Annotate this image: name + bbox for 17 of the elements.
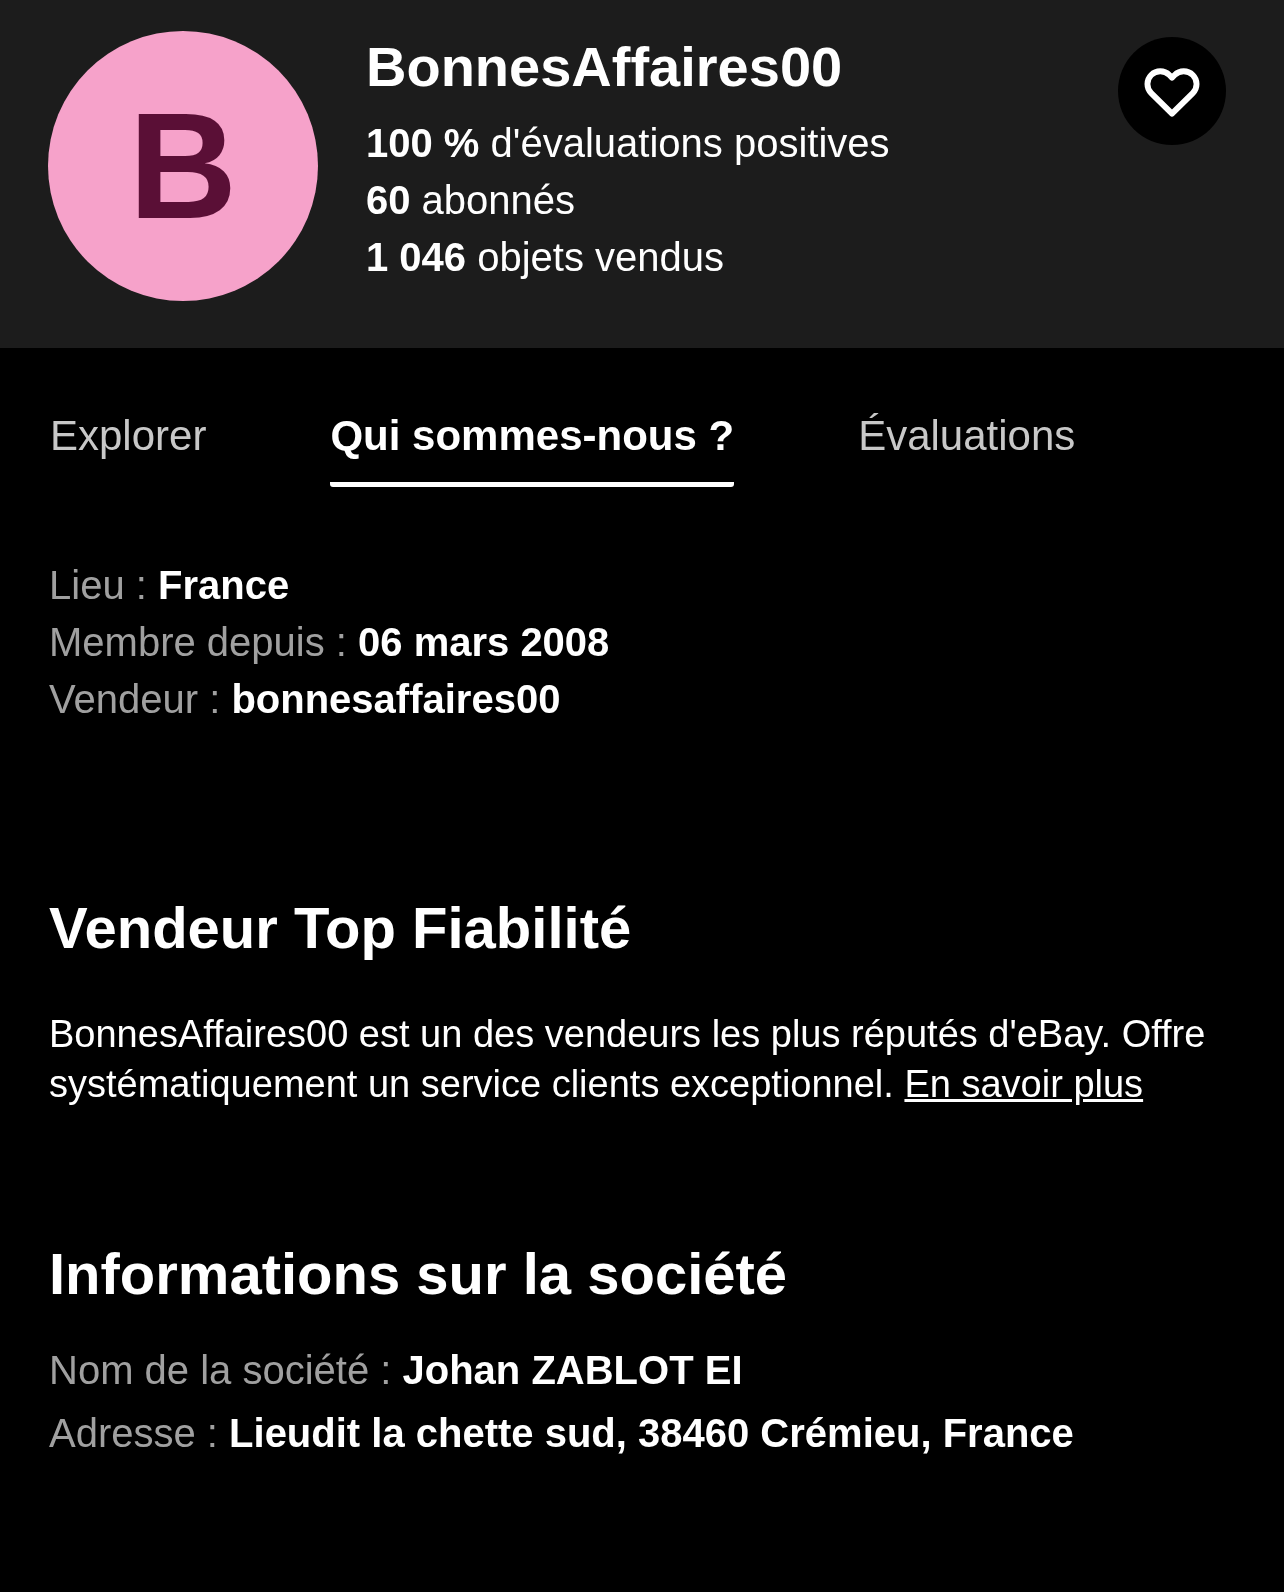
seller-stat: 100 % d'évaluations positives (366, 120, 890, 167)
detail-row-text: Vendeur : bonnesaffaires00 (49, 676, 562, 723)
detail-row-text: Membre depuis : 06 mars 2008 (49, 619, 611, 666)
description-text: BonnesAffaires00 est un des vendeurs les plus réputés d'eBay. Offre systématiquement un service clients exceptionnel. En savoir plus (49, 1012, 1207, 1107)
seller-stat: 1 046 objets vendus (366, 234, 726, 281)
seller-name: BonnesAffaires00 (366, 34, 844, 100)
avatar: B (48, 31, 318, 301)
detail-row-text: Lieu : France (49, 562, 291, 609)
learn-more-link[interactable]: En savoir plus (904, 1063, 1144, 1105)
company-row-text: Adresse : Lieudit la chette sud, 38460 Crémieu, France (49, 1410, 1075, 1457)
tab[interactable]: Évaluations (858, 408, 1076, 487)
company-row-text: Nom de la société : Johan ZABLOT EI (49, 1347, 744, 1394)
section-heading: Informations sur la société (49, 1240, 789, 1308)
section-heading: Vendeur Top Fiabilité (49, 894, 633, 962)
tab[interactable]: Explorer (50, 408, 207, 487)
seller-stat: 60 abonnés (366, 177, 577, 224)
tab[interactable]: Qui sommes-nous ? (330, 408, 735, 487)
